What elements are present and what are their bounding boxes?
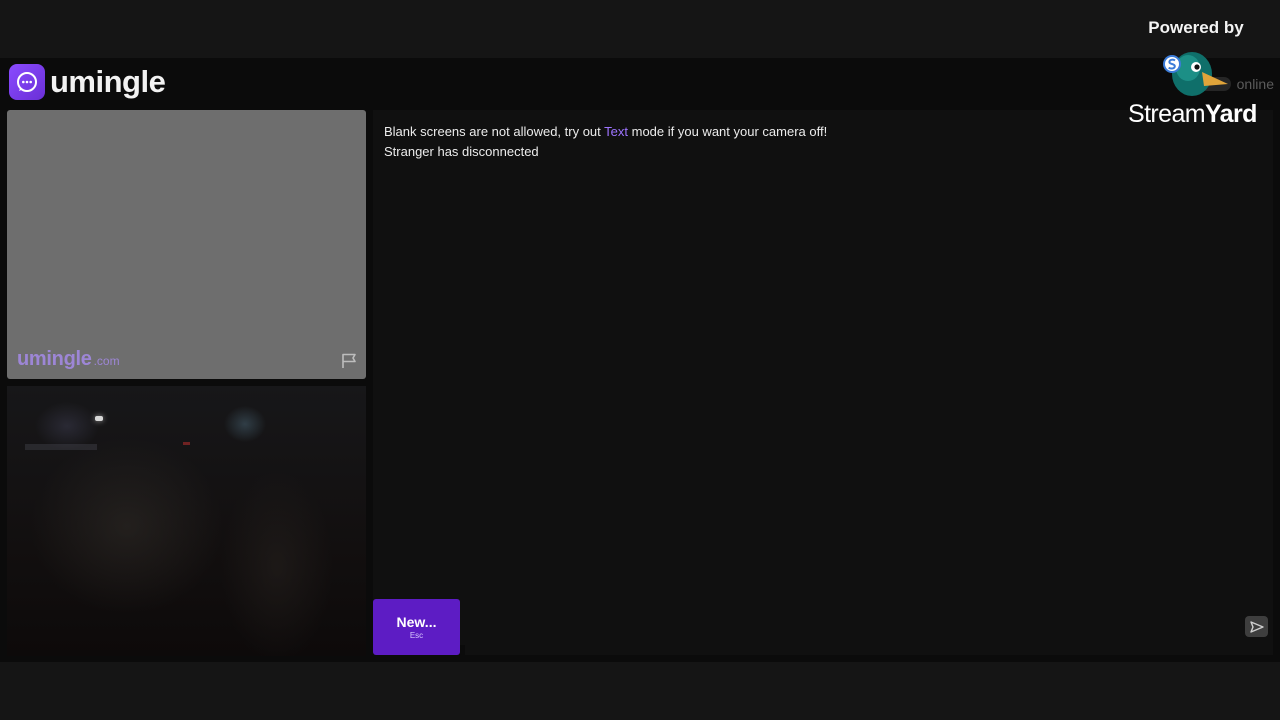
bottom-letterbox (0, 662, 1280, 720)
streamyard-wordmark: StreamYard (1128, 100, 1257, 129)
watermark-suffix: .com (93, 354, 120, 368)
system-message-blank-screen: Blank screens are not allowed, try out T… (384, 124, 827, 139)
camera-scene-red-light (183, 442, 190, 445)
top-letterbox (0, 0, 1280, 58)
send-button[interactable] (1245, 616, 1268, 637)
stranger-video: umingle .com (7, 110, 366, 379)
self-camera-video (7, 386, 366, 656)
camera-scene-light (95, 416, 103, 421)
brand-logo[interactable]: umingle (9, 64, 166, 100)
online-label: online (1236, 76, 1274, 92)
system-message-text: Blank screens are not allowed, try out (384, 124, 605, 139)
message-input[interactable] (465, 599, 1273, 655)
flag-icon (342, 353, 356, 368)
chat-log: Blank screens are not allowed, try out T… (373, 110, 1273, 645)
new-chat-button[interactable]: New... Esc (373, 599, 460, 655)
new-chat-label: New... (396, 614, 437, 630)
system-message-text-end: mode if you want your camera off! (628, 124, 828, 139)
camera-scene-shelf (25, 444, 97, 450)
new-chat-shortcut: Esc (409, 631, 424, 640)
streamyard-word-stream: Stream (1128, 100, 1206, 128)
umingle-app: umingle online umingle .com Blank screen… (0, 58, 1280, 662)
streamyard-word-yard: Yard (1204, 100, 1257, 128)
powered-by-label: Powered by (1148, 18, 1244, 37)
brand-name: umingle (50, 64, 166, 99)
chat-bubble-icon (9, 64, 45, 100)
system-message-disconnected: Stranger has disconnected (384, 144, 539, 159)
report-button[interactable] (340, 352, 358, 370)
video-watermark: umingle .com (17, 348, 120, 371)
text-mode-link[interactable]: Text (604, 124, 628, 139)
send-arrow-icon (1249, 620, 1264, 633)
watermark-main: umingle (17, 348, 92, 370)
streamyard-duck-icon (1158, 46, 1230, 102)
